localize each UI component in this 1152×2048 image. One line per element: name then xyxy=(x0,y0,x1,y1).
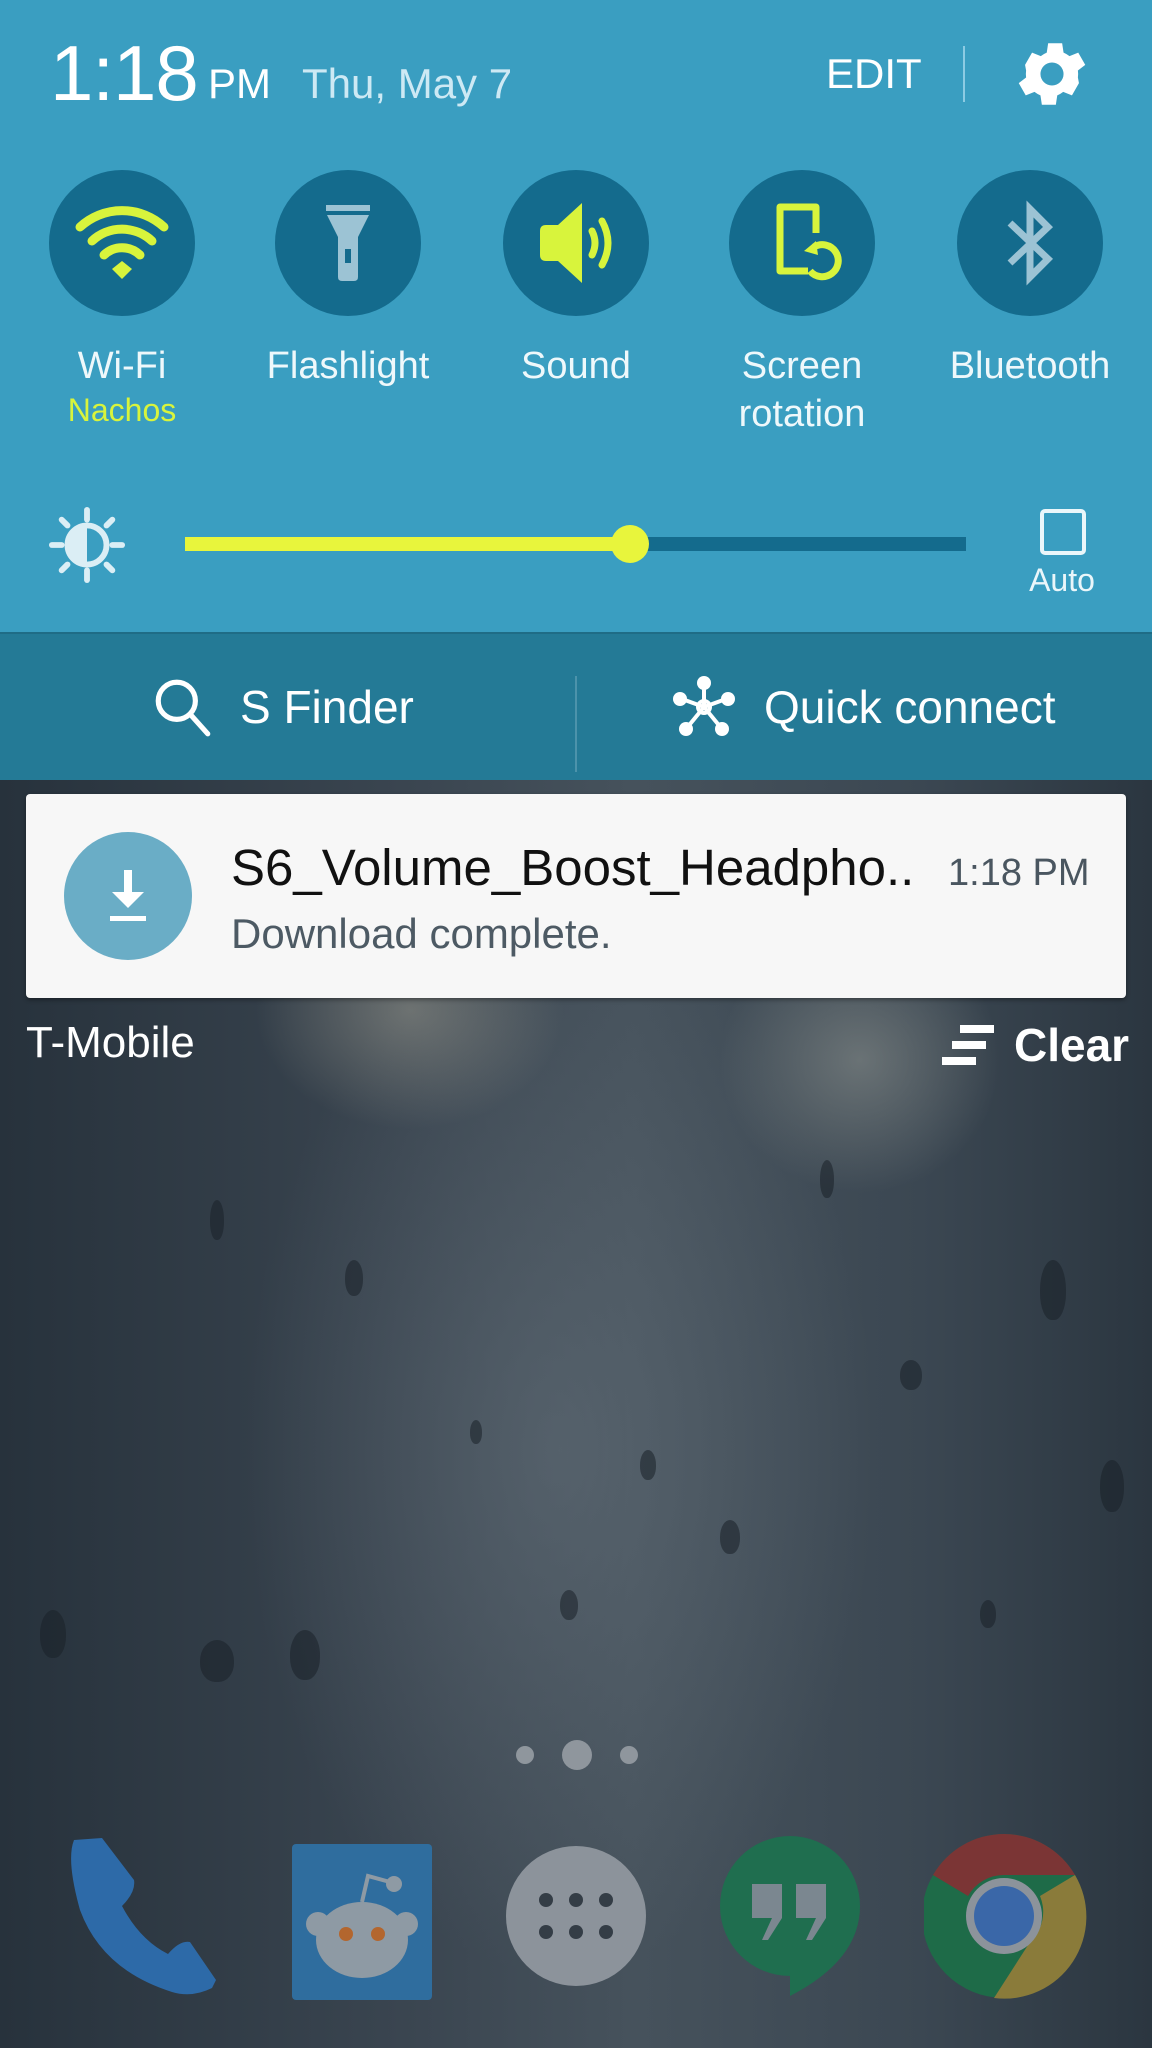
s-finder-label: S Finder xyxy=(240,681,414,733)
toggle-flashlight[interactable]: Flashlight xyxy=(258,170,438,390)
toggle-bluetooth[interactable]: Bluetooth xyxy=(940,170,1120,390)
chrome-icon xyxy=(922,1834,1087,1999)
raindrop xyxy=(560,1590,578,1620)
brightness-slider[interactable] xyxy=(185,525,966,563)
finder-connect-bar: S Finder Quick connect xyxy=(0,632,1152,780)
reddit-icon xyxy=(292,1844,432,2000)
clear-notifications-button[interactable]: Clear xyxy=(940,1018,1129,1072)
settings-button[interactable] xyxy=(1010,32,1094,116)
notification-icon xyxy=(64,832,192,960)
brightness-slider-thumb[interactable] xyxy=(611,525,650,563)
raindrop xyxy=(1040,1260,1066,1320)
clear-label: Clear xyxy=(1014,1019,1130,1071)
raindrop xyxy=(210,1200,224,1240)
quick-connect-button[interactable]: Quick connect xyxy=(672,664,1055,750)
raindrop xyxy=(820,1160,834,1198)
page-dot[interactable] xyxy=(516,1746,534,1764)
toggle-wifi-label: Wi-Fi xyxy=(77,345,167,387)
home-page-indicator xyxy=(512,1740,642,1770)
notification-download[interactable]: S6_Volume_Boost_Headpho.. 1:18 PM Downlo… xyxy=(26,794,1126,998)
search-icon xyxy=(155,679,211,737)
raindrop xyxy=(345,1260,363,1296)
quick-connect-label: Quick connect xyxy=(764,681,1056,733)
gear-icon xyxy=(1018,43,1086,105)
toggle-screen-rotation[interactable]: Screen rotation xyxy=(712,170,892,438)
toggle-sound[interactable]: Sound xyxy=(486,170,666,390)
raindrop xyxy=(900,1360,922,1390)
raindrop xyxy=(470,1420,482,1444)
page-dot-active[interactable] xyxy=(562,1740,592,1770)
page-dot[interactable] xyxy=(620,1746,638,1764)
raindrop xyxy=(640,1450,656,1480)
auto-brightness-label: Auto xyxy=(1029,562,1095,598)
bluetooth-icon xyxy=(1007,200,1054,286)
toggle-bluetooth-button[interactable] xyxy=(957,170,1103,316)
toggle-screen-rotation-label-line2: rotation xyxy=(738,393,866,435)
raindrop xyxy=(720,1520,740,1554)
header-divider xyxy=(963,46,965,102)
raindrop xyxy=(290,1630,320,1680)
strip-divider xyxy=(575,676,577,772)
notification-title: S6_Volume_Boost_Headpho.. xyxy=(231,839,915,896)
dock-app-hangouts[interactable] xyxy=(716,1830,886,2000)
notification-body: Download complete. xyxy=(231,910,612,957)
brightness-icon xyxy=(48,506,126,584)
speaker-icon xyxy=(540,203,612,283)
dock-app-apps[interactable] xyxy=(500,1830,670,2000)
apps-icon xyxy=(506,1846,646,1986)
quick-connect-icon xyxy=(673,676,735,736)
carrier-label: T-Mobile xyxy=(26,1018,195,1067)
toggle-sound-button[interactable] xyxy=(503,170,649,316)
dock-app-reddit[interactable] xyxy=(290,1830,460,2000)
raindrop xyxy=(1100,1460,1124,1512)
s-finder-button[interactable]: S Finder xyxy=(150,664,414,750)
clock-ampm: PM xyxy=(208,60,271,107)
screen-rotation-icon xyxy=(776,203,842,281)
edit-button[interactable]: EDIT xyxy=(826,50,922,98)
wifi-network-name: Nachos xyxy=(67,392,177,428)
wifi-icon xyxy=(75,206,169,279)
download-icon xyxy=(110,870,146,921)
toggle-screen-rotation-button[interactable] xyxy=(729,170,875,316)
hangouts-icon xyxy=(720,1836,860,1996)
toggle-screen-rotation-label-line1: Screen xyxy=(741,345,863,387)
notification-time: 1:18 PM xyxy=(948,852,1090,894)
toggle-bluetooth-label: Bluetooth xyxy=(949,345,1111,387)
toggle-flashlight-button[interactable] xyxy=(275,170,421,316)
date-label[interactable]: Thu, May 7 xyxy=(302,60,512,108)
clock-time: 1:18 xyxy=(50,29,199,117)
dock-app-chrome[interactable] xyxy=(922,1830,1094,2000)
toggle-sound-label: Sound xyxy=(521,345,631,387)
raindrop xyxy=(40,1610,66,1658)
phone-icon xyxy=(71,1838,216,1995)
toggle-wifi[interactable]: Wi-Fi Nachos xyxy=(32,170,212,430)
raindrop xyxy=(980,1600,996,1628)
home-dock xyxy=(0,1830,1152,2000)
toggle-wifi-button[interactable] xyxy=(49,170,195,316)
brightness-slider-fill xyxy=(185,537,631,551)
raindrop xyxy=(200,1640,234,1682)
quick-settings-panel: 1:18 PM Thu, May 7 EDIT Wi-Fi Nachos Fla… xyxy=(0,0,1152,632)
flashlight-icon xyxy=(326,205,370,281)
dock-app-phone[interactable] xyxy=(62,1830,232,2000)
toggle-screen-rotation-label: Screen rotation xyxy=(712,342,892,438)
auto-brightness-checkbox[interactable] xyxy=(1040,509,1086,555)
toggle-flashlight-label: Flashlight xyxy=(266,345,430,387)
clear-all-icon xyxy=(942,1025,994,1065)
